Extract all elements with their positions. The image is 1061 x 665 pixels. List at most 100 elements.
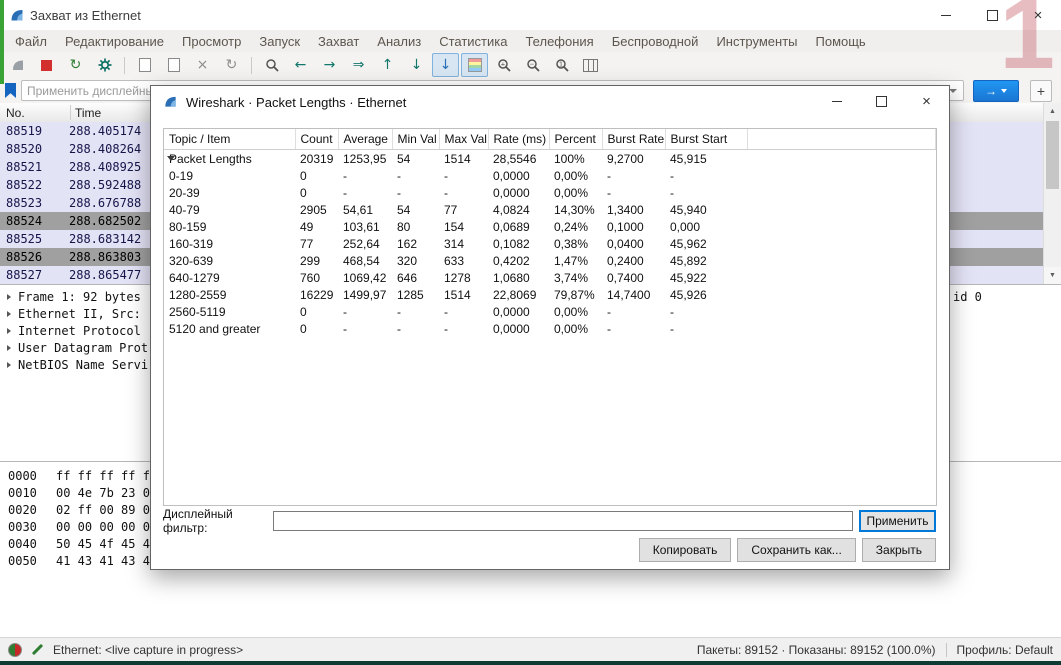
- expand-caret-icon[interactable]: [7, 310, 11, 317]
- capture-comment-icon[interactable]: [31, 643, 44, 656]
- save-as-button[interactable]: Сохранить как...: [737, 538, 856, 562]
- stats-row[interactable]: 20-39 0- - -0,0000 0,00% - -: [164, 184, 936, 201]
- auto-scroll-icon: ↓: [439, 57, 452, 73]
- zoom-in-button[interactable]: +: [490, 53, 517, 77]
- detail-line-fragment: id 0: [953, 290, 982, 304]
- scrollbar-thumb[interactable]: [1046, 121, 1059, 189]
- zoom-normal-button[interactable]: 1: [548, 53, 575, 77]
- maximize-button[interactable]: [969, 0, 1015, 30]
- stats-row[interactable]: 320-639 299 468,54 320 633 0,4202 1,47% 0,2400 4…: [164, 252, 936, 269]
- packet-list-scrollbar[interactable]: ▲ ▼: [1043, 103, 1061, 284]
- expand-caret-icon[interactable]: [7, 293, 11, 300]
- column-separator[interactable]: [70, 105, 71, 120]
- expert-info-icon[interactable]: [8, 642, 22, 657]
- stats-column-header[interactable]: Burst Rate: [602, 129, 666, 150]
- stats-row[interactable]: 640-1279 760 1069,42 646 1278 1,0680 3,74% 0,74…: [164, 269, 936, 286]
- dialog-maximize-button[interactable]: [859, 86, 904, 117]
- scrollbar-down-icon[interactable]: ▼: [1044, 267, 1061, 284]
- resize-columns-button[interactable]: [577, 53, 604, 77]
- resize-columns-icon: [583, 58, 598, 72]
- reload-file-button[interactable]: ↻: [218, 53, 245, 77]
- menu-item[interactable]: Захват: [309, 34, 368, 49]
- dialog-apply-button[interactable]: Применить: [859, 510, 936, 532]
- stats-row[interactable]: 160-319 77 252,64 162 314 0,1082 0,38% 0,0400 45…: [164, 235, 936, 252]
- stats-row[interactable]: 1280-2559 16229 1499,97 1285 1514 22,8069 79,8…: [164, 286, 936, 303]
- stats-column-header[interactable]: Average: [338, 129, 393, 150]
- dialog-filter-input[interactable]: [273, 511, 853, 531]
- packet-no: 88525: [6, 232, 43, 246]
- packet-no: 88523: [6, 196, 43, 210]
- capture-options-button[interactable]: [91, 53, 118, 77]
- filter-bookmark-icon[interactable]: [5, 83, 16, 98]
- auto-scroll-button[interactable]: ↓: [432, 53, 459, 77]
- stats-row[interactable]: 40-79 2905 54,61 54 77 4,0824 14,30% 1,3400 45,9…: [164, 201, 936, 218]
- dialog-close-action-button[interactable]: Закрыть: [861, 538, 936, 562]
- packet-time: 288.863803: [69, 250, 142, 264]
- stats-column-header[interactable]: Burst Start: [665, 129, 748, 150]
- menu-item[interactable]: Инструменты: [707, 34, 806, 49]
- go-first-packet-button[interactable]: ↑: [374, 53, 401, 77]
- packet-time: 288.405174: [69, 124, 142, 138]
- colorize-packets-button[interactable]: [461, 53, 488, 77]
- expand-caret-icon[interactable]: [7, 327, 11, 334]
- wireshark-fin-icon: [11, 10, 23, 21]
- menu-item[interactable]: Запуск: [250, 34, 309, 49]
- go-to-packet-button[interactable]: ⇒: [345, 53, 372, 77]
- menu-item[interactable]: Просмотр: [173, 34, 250, 49]
- stats-column-header[interactable]: Min Val: [392, 129, 440, 150]
- close-button[interactable]: ×: [1015, 0, 1061, 30]
- stats-row[interactable]: 80-159 49 103,61 80 154 0,0689 0,24% 0,1000 0,00…: [164, 218, 936, 235]
- column-time[interactable]: Time: [75, 106, 101, 120]
- start-capture-button[interactable]: [4, 53, 31, 77]
- copy-button[interactable]: Копировать: [638, 538, 732, 562]
- hex-offset: 0040: [8, 537, 37, 551]
- stats-row[interactable]: Packet Lengths 20319 1253,95 54 1514 28,5546 1…: [164, 150, 936, 168]
- svg-text:+: +: [500, 60, 505, 69]
- stats-row[interactable]: 0-19 0- - -0,0000 0,00% - -: [164, 167, 936, 184]
- stats-column-header[interactable]: Rate (ms): [488, 129, 550, 150]
- open-file-button[interactable]: [131, 53, 158, 77]
- expand-chevron-icon[interactable]: [167, 156, 175, 161]
- minimize-button[interactable]: [923, 0, 969, 30]
- scrollbar-up-icon[interactable]: ▲: [1044, 103, 1061, 120]
- menu-item[interactable]: Телефония: [516, 34, 602, 49]
- zoom-out-button[interactable]: −: [519, 53, 546, 77]
- minimize-icon: [831, 101, 842, 102]
- stats-row[interactable]: 2560-5119 0- - -0,0000 0,00% - -: [164, 303, 936, 320]
- filter-dropdown-caret-icon[interactable]: [949, 88, 957, 93]
- menu-item[interactable]: Статистика: [430, 34, 516, 49]
- go-back-button[interactable]: ←: [287, 53, 314, 77]
- stats-column-header[interactable]: Count: [295, 129, 339, 150]
- menu-item[interactable]: Беспроводной: [603, 34, 708, 49]
- svg-text:1: 1: [558, 60, 562, 69]
- expand-caret-icon[interactable]: [7, 361, 11, 368]
- save-file-button[interactable]: [160, 53, 187, 77]
- add-filter-button[interactable]: +: [1030, 79, 1052, 102]
- stats-column-header[interactable]: Max Val: [439, 129, 489, 150]
- go-forward-button[interactable]: →: [316, 53, 343, 77]
- close-file-icon: ×: [196, 57, 209, 73]
- restart-capture-button[interactable]: ↻: [62, 53, 89, 77]
- menu-item[interactable]: Анализ: [368, 34, 430, 49]
- stats-column-header[interactable]: Percent: [549, 129, 603, 150]
- stats-column-header[interactable]: Topic / Item: [164, 129, 296, 150]
- column-no[interactable]: No.: [6, 106, 25, 120]
- menu-item[interactable]: Редактирование: [56, 34, 173, 49]
- stop-capture-button[interactable]: [33, 53, 60, 77]
- dialog-close-button[interactable]: ×: [904, 86, 949, 117]
- menu-item[interactable]: Помощь: [807, 34, 875, 49]
- profile-text[interactable]: Профиль: Default: [957, 643, 1054, 657]
- dialog-minimize-button[interactable]: [814, 86, 859, 117]
- apply-filter-button[interactable]: →: [973, 79, 1019, 102]
- hex-bytes: 50 45 4f 45 4f: [56, 537, 158, 551]
- menu-bar: Файл Редактирование Просмотр Запуск Захват Ан…: [0, 30, 1061, 52]
- toolbar-separator: [251, 56, 252, 74]
- close-file-button[interactable]: ×: [189, 53, 216, 77]
- menu-item[interactable]: Файл: [6, 34, 56, 49]
- expand-caret-icon[interactable]: [7, 344, 11, 351]
- close-icon: ×: [922, 93, 931, 110]
- stats-row[interactable]: 5120 and greater 0- - -0,0000 0,00% - -: [164, 320, 936, 337]
- screen-edge-artifact: [0, 0, 4, 84]
- find-packet-button[interactable]: [258, 53, 285, 77]
- go-last-packet-button[interactable]: ↓: [403, 53, 430, 77]
